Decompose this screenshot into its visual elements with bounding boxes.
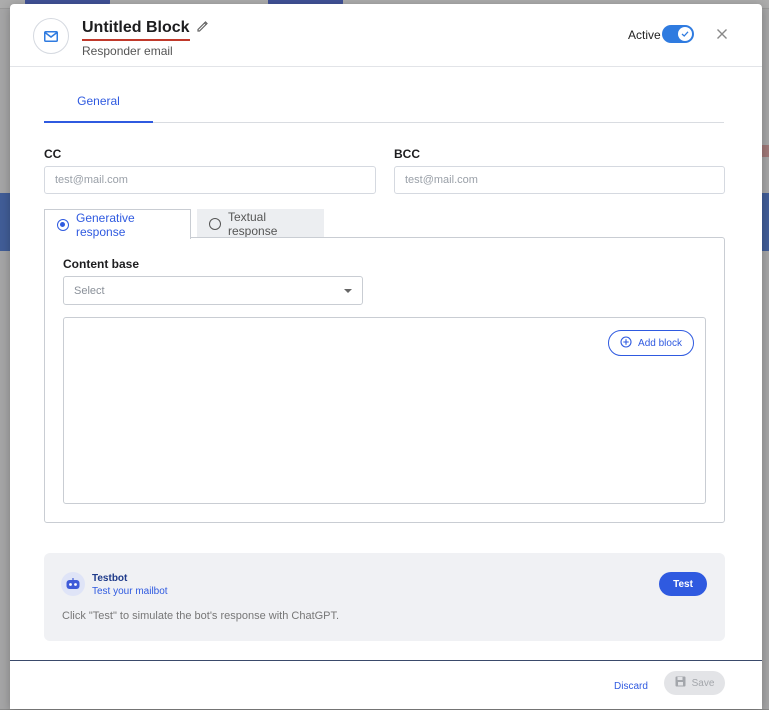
tab-textual-response-label: Textual response bbox=[228, 209, 278, 238]
tab-generative-response[interactable]: Generative response bbox=[44, 209, 191, 239]
block-subtitle: Responder email bbox=[82, 44, 173, 58]
modal-footer: Discard Save bbox=[10, 660, 762, 710]
chevron-down-icon bbox=[344, 288, 352, 293]
content-base-select[interactable]: Select bbox=[63, 276, 363, 305]
block-title[interactable]: Untitled Block bbox=[82, 19, 190, 41]
testbot-panel: Testbot Test your mailbot Test Click "Te… bbox=[44, 553, 725, 641]
content-area[interactable]: Add block bbox=[63, 317, 706, 504]
cc-input[interactable] bbox=[44, 166, 376, 194]
save-button[interactable]: Save bbox=[664, 671, 725, 695]
response-panel: Content base Select Add block bbox=[44, 237, 725, 523]
title-block: Untitled Block Responder email bbox=[82, 19, 209, 58]
content-base-placeholder: Select bbox=[74, 284, 105, 297]
modal-header: Untitled Block Responder email Active bbox=[10, 4, 762, 67]
radio-unselected bbox=[209, 217, 221, 230]
close-icon[interactable] bbox=[714, 26, 730, 42]
bcc-input[interactable] bbox=[394, 166, 725, 194]
tab-generative-response-label: Generative response bbox=[76, 210, 135, 239]
tab-textual-response[interactable]: Textual response bbox=[197, 209, 324, 238]
bcc-label: BCC bbox=[394, 147, 420, 161]
block-editor-modal: Untitled Block Responder email Active Ge… bbox=[10, 4, 762, 709]
active-toggle[interactable] bbox=[662, 25, 694, 43]
active-label: Active bbox=[628, 28, 661, 42]
pencil-icon[interactable] bbox=[196, 20, 209, 38]
save-label: Save bbox=[691, 677, 715, 689]
robot-icon bbox=[61, 572, 85, 596]
tab-bar: General bbox=[44, 86, 724, 123]
check-icon bbox=[678, 27, 692, 41]
tab-general[interactable]: General bbox=[44, 86, 153, 123]
testbot-hint: Click "Test" to simulate the bot's respo… bbox=[62, 610, 340, 622]
add-block-button[interactable]: Add block bbox=[608, 330, 694, 356]
add-block-label: Add block bbox=[638, 337, 682, 349]
cc-label: CC bbox=[44, 147, 62, 161]
testbot-subtitle: Test your mailbot bbox=[92, 586, 168, 597]
plus-circle-icon bbox=[620, 335, 632, 351]
discard-button[interactable]: Discard bbox=[614, 681, 648, 692]
content-base-label: Content base bbox=[63, 257, 140, 271]
radio-selected bbox=[57, 218, 69, 231]
test-button[interactable]: Test bbox=[659, 572, 707, 596]
floppy-disk-icon bbox=[675, 676, 686, 690]
testbot-name: Testbot bbox=[92, 573, 128, 584]
envelope-icon bbox=[33, 18, 69, 54]
